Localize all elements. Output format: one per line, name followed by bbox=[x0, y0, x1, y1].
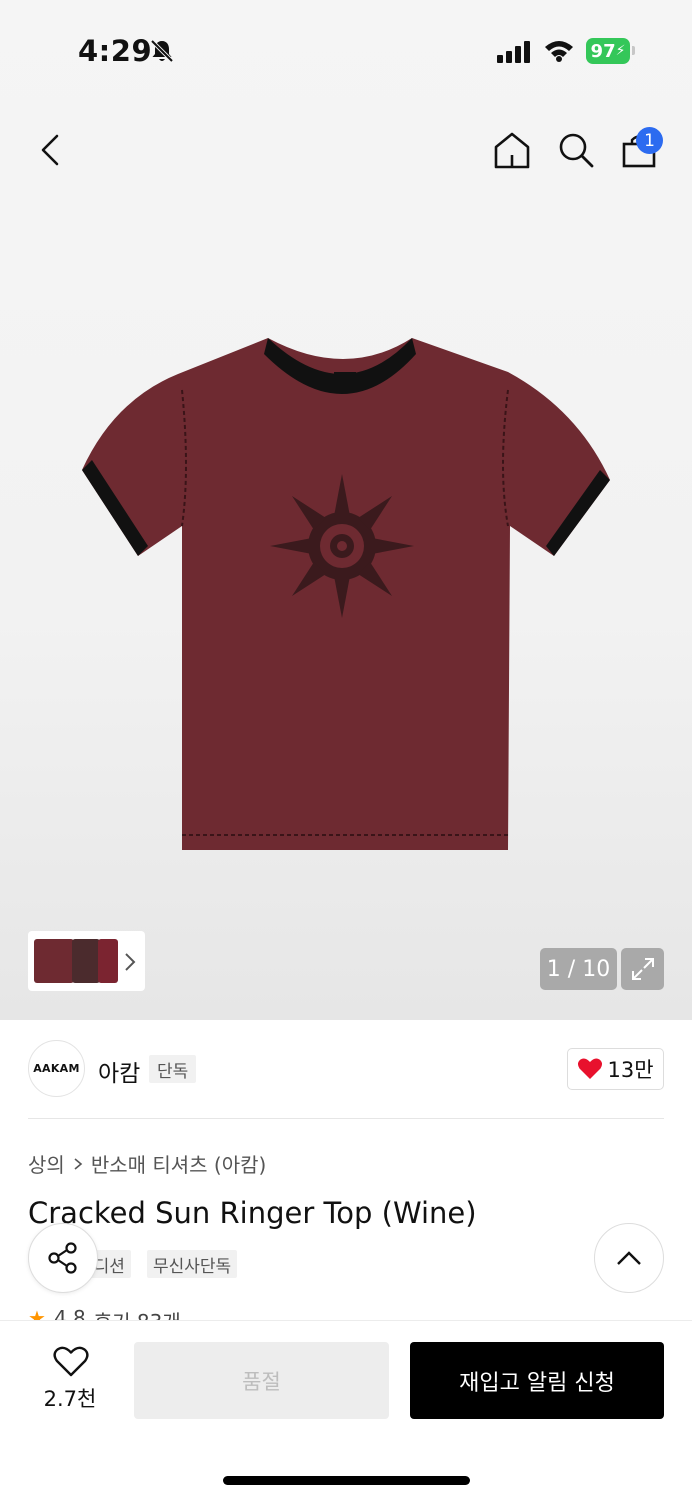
share-button[interactable] bbox=[28, 1223, 98, 1293]
brand-logo[interactable]: AAKAM bbox=[28, 1040, 85, 1097]
thumbnail-3[interactable] bbox=[98, 939, 118, 983]
heart-filled-icon bbox=[578, 1058, 603, 1079]
battery-level: 97 bbox=[590, 40, 616, 62]
back-arrow-icon[interactable] bbox=[38, 133, 62, 167]
breadcrumb-subcategory[interactable]: 반소매 티셔츠 (아캄) bbox=[91, 1149, 267, 1178]
chevron-right-icon[interactable] bbox=[123, 952, 137, 972]
soldout-button[interactable]: 품절 bbox=[134, 1342, 389, 1419]
status-bar: 4:29 97 ⚡ bbox=[0, 0, 692, 100]
cart-count-badge: 1 bbox=[636, 127, 663, 154]
brand-logo-text: AAKAM bbox=[33, 1062, 80, 1075]
home-indicator bbox=[223, 1476, 470, 1485]
bell-muted-icon bbox=[150, 39, 174, 63]
battery-tip bbox=[632, 46, 635, 55]
charging-bolt-icon: ⚡ bbox=[615, 43, 626, 59]
thumbnail-2[interactable] bbox=[72, 939, 100, 983]
product-tshirt-image[interactable] bbox=[78, 330, 614, 860]
breadcrumb-category[interactable]: 상의 bbox=[28, 1149, 65, 1178]
status-time: 4:29 bbox=[78, 34, 153, 68]
product-title: Cracked Sun Ringer Top (Wine) bbox=[28, 1196, 477, 1230]
brand-like-count: 13만 bbox=[607, 1058, 654, 1082]
fullscreen-button[interactable] bbox=[621, 948, 664, 990]
exclusive-badge: 단독 bbox=[149, 1055, 197, 1083]
image-counter: 1 / 10 bbox=[540, 948, 617, 990]
restock-alert-button[interactable]: 재입고 알림 신청 bbox=[410, 1342, 664, 1419]
breadcrumb: 상의 반소매 티셔츠 (아캄) bbox=[28, 1149, 266, 1178]
search-icon[interactable] bbox=[557, 131, 595, 169]
cellular-signal-icon bbox=[497, 41, 530, 63]
scroll-top-button[interactable] bbox=[594, 1223, 664, 1293]
breadcrumb-chevron-icon bbox=[74, 1157, 83, 1170]
wifi-icon bbox=[545, 41, 573, 62]
share-icon bbox=[48, 1242, 77, 1274]
brand-like-button[interactable]: 13만 bbox=[567, 1048, 664, 1090]
chevron-up-icon bbox=[617, 1251, 641, 1265]
battery-indicator: 97 ⚡ bbox=[586, 38, 630, 64]
exclusive-tag: 무신사단독 bbox=[147, 1250, 238, 1278]
wishlist-heart-icon[interactable] bbox=[53, 1346, 89, 1378]
home-icon[interactable] bbox=[493, 131, 531, 169]
divider bbox=[28, 1118, 664, 1119]
wishlist-count: 2.7천 bbox=[43, 1387, 97, 1411]
expand-icon bbox=[631, 958, 654, 980]
brand-name[interactable]: 아캄 bbox=[98, 1054, 140, 1088]
thumbnail-1[interactable] bbox=[34, 939, 74, 983]
